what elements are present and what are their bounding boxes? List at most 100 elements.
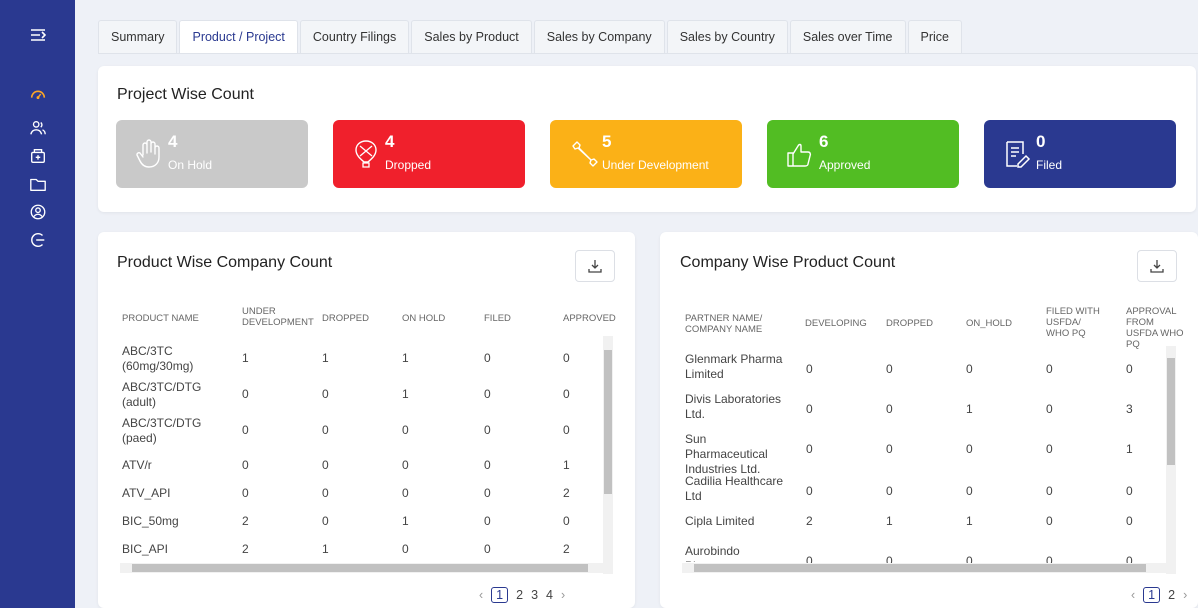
nav-users[interactable] bbox=[26, 116, 50, 140]
dashboard-icon bbox=[30, 90, 46, 100]
next-page-icon[interactable]: › bbox=[1183, 588, 1187, 602]
package-icon bbox=[31, 149, 45, 163]
product-download-button[interactable] bbox=[575, 250, 615, 282]
nav-dashboard[interactable] bbox=[26, 82, 50, 106]
company-value-cell: 0 bbox=[886, 484, 893, 498]
menu-toggle-button[interactable] bbox=[0, 0, 75, 70]
product-pagination: ‹ 1 2 3 4 › bbox=[475, 587, 569, 603]
product-page-4[interactable]: 4 bbox=[546, 588, 553, 602]
product-name-cell: ATV_API bbox=[122, 486, 171, 500]
stat-dropped[interactable]: 4 Dropped bbox=[333, 120, 525, 188]
logout-icon bbox=[31, 233, 45, 247]
company-col-approval: APPROVAL FROM USFDA WHO PQ bbox=[1126, 306, 1184, 350]
company-value-cell: 0 bbox=[1046, 402, 1053, 416]
tab-sales-by-company[interactable]: Sales by Company bbox=[533, 20, 665, 53]
product-value-cell: 0 bbox=[322, 387, 329, 401]
product-value-cell: 2 bbox=[563, 542, 570, 556]
product-value-cell: 0 bbox=[322, 423, 329, 437]
stat-under-development-value: 5 bbox=[602, 132, 612, 151]
product-value-cell: 0 bbox=[484, 387, 491, 401]
product-value-cell: 0 bbox=[484, 486, 491, 500]
prev-page-icon[interactable]: ‹ bbox=[479, 588, 483, 602]
thumbs-up-icon bbox=[787, 143, 812, 167]
tab-country-filings[interactable]: Country Filings bbox=[299, 20, 410, 53]
company-value-cell: 0 bbox=[1046, 484, 1053, 498]
product-name-cell: ABC/3TC/DTG (adult) bbox=[122, 380, 202, 409]
product-col-on-hold: ON HOLD bbox=[402, 313, 446, 324]
balloon-icon bbox=[355, 140, 377, 168]
nav-logout[interactable] bbox=[26, 228, 50, 252]
product-name-cell: ABC/3TC/DTG (paed) bbox=[122, 416, 202, 445]
product-value-cell: 2 bbox=[242, 542, 249, 556]
stat-filed-label: Filed bbox=[1036, 158, 1063, 172]
product-page-3[interactable]: 3 bbox=[531, 588, 538, 602]
product-value-cell: 1 bbox=[322, 351, 329, 365]
company-wise-title: Company Wise Product Count bbox=[680, 254, 896, 271]
product-name-cell: ATV/r bbox=[122, 458, 152, 472]
company-vertical-scrollbar[interactable] bbox=[1166, 346, 1176, 574]
company-value-cell: 1 bbox=[966, 402, 973, 416]
company-value-cell: 0 bbox=[886, 402, 893, 416]
tab-sales-over-time[interactable]: Sales over Time bbox=[789, 20, 906, 53]
company-value-cell: 0 bbox=[1046, 442, 1053, 456]
company-value-cell: 1 bbox=[1126, 442, 1133, 456]
product-value-cell: 1 bbox=[242, 351, 249, 365]
product-value-cell: 1 bbox=[322, 542, 329, 556]
product-value-cell: 0 bbox=[563, 387, 570, 401]
company-horizontal-scrollbar[interactable] bbox=[682, 563, 1176, 573]
product-value-cell: 1 bbox=[402, 351, 409, 365]
company-value-cell: 0 bbox=[966, 442, 973, 456]
company-download-button[interactable] bbox=[1137, 250, 1177, 282]
company-value-cell: 0 bbox=[1046, 514, 1053, 528]
company-page-2[interactable]: 2 bbox=[1168, 588, 1175, 602]
stat-on-hold[interactable]: 4 On Hold bbox=[116, 120, 308, 188]
company-name-cell: Cipla Limited bbox=[685, 514, 755, 528]
product-page-1[interactable]: 1 bbox=[491, 587, 509, 603]
company-value-cell: 0 bbox=[1126, 362, 1133, 376]
company-value-cell: 0 bbox=[966, 484, 973, 498]
product-value-cell: 0 bbox=[484, 542, 491, 556]
company-value-cell: 1 bbox=[966, 514, 973, 528]
download-icon bbox=[588, 260, 602, 273]
stat-under-development[interactable]: 5 Under Development bbox=[550, 120, 742, 188]
nav-folder[interactable] bbox=[26, 172, 50, 196]
tab-product-project[interactable]: Product / Project bbox=[179, 20, 298, 53]
product-vertical-scrollbar[interactable] bbox=[603, 336, 613, 574]
product-page-2[interactable]: 2 bbox=[516, 588, 523, 602]
account-icon bbox=[30, 204, 46, 220]
prev-page-icon[interactable]: ‹ bbox=[1131, 588, 1135, 602]
tab-sales-by-product[interactable]: Sales by Product bbox=[411, 20, 532, 53]
tab-summary[interactable]: Summary bbox=[98, 20, 178, 53]
company-col-filed: FILED WITH USFDA/ WHO PQ bbox=[1046, 306, 1100, 339]
tab-price[interactable]: Price bbox=[907, 20, 962, 53]
nav-package[interactable] bbox=[26, 144, 50, 168]
stat-approved-label: Approved bbox=[819, 158, 871, 172]
company-col-name: PARTNER NAME/ COMPANY NAME bbox=[685, 313, 763, 335]
tab-sales-by-country[interactable]: Sales by Country bbox=[666, 20, 788, 53]
company-value-cell: 0 bbox=[1046, 362, 1053, 376]
sidebar bbox=[0, 0, 75, 608]
product-name-cell: BIC_API bbox=[122, 542, 169, 556]
product-value-cell: 0 bbox=[242, 387, 249, 401]
company-value-cell: 0 bbox=[806, 442, 813, 456]
company-page-1[interactable]: 1 bbox=[1143, 587, 1161, 603]
next-page-icon[interactable]: › bbox=[561, 588, 565, 602]
stat-filed[interactable]: 0 Filed bbox=[984, 120, 1176, 188]
stat-under-development-label: Under Development bbox=[602, 158, 709, 172]
product-name-cell: BIC_50mg bbox=[122, 514, 179, 528]
company-value-cell: 0 bbox=[806, 362, 813, 376]
stat-approved[interactable]: 6 Approved bbox=[767, 120, 959, 188]
company-name-cell: Aurobindo Pharma bbox=[685, 544, 740, 562]
company-value-cell: 0 bbox=[886, 442, 893, 456]
product-value-cell: 0 bbox=[484, 514, 491, 528]
company-value-cell: 3 bbox=[1126, 402, 1133, 416]
company-col-dropped: DROPPED bbox=[886, 318, 933, 329]
product-col-filed: FILED bbox=[484, 313, 511, 324]
product-wise-title: Product Wise Company Count bbox=[117, 254, 333, 271]
product-horizontal-scrollbar[interactable] bbox=[120, 563, 613, 573]
company-value-cell: 0 bbox=[886, 362, 893, 376]
company-name-cell: Cadilia Healthcare Ltd bbox=[685, 474, 784, 503]
product-value-cell: 1 bbox=[402, 514, 409, 528]
nav-account[interactable] bbox=[26, 200, 50, 224]
company-value-cell: 0 bbox=[1126, 514, 1133, 528]
